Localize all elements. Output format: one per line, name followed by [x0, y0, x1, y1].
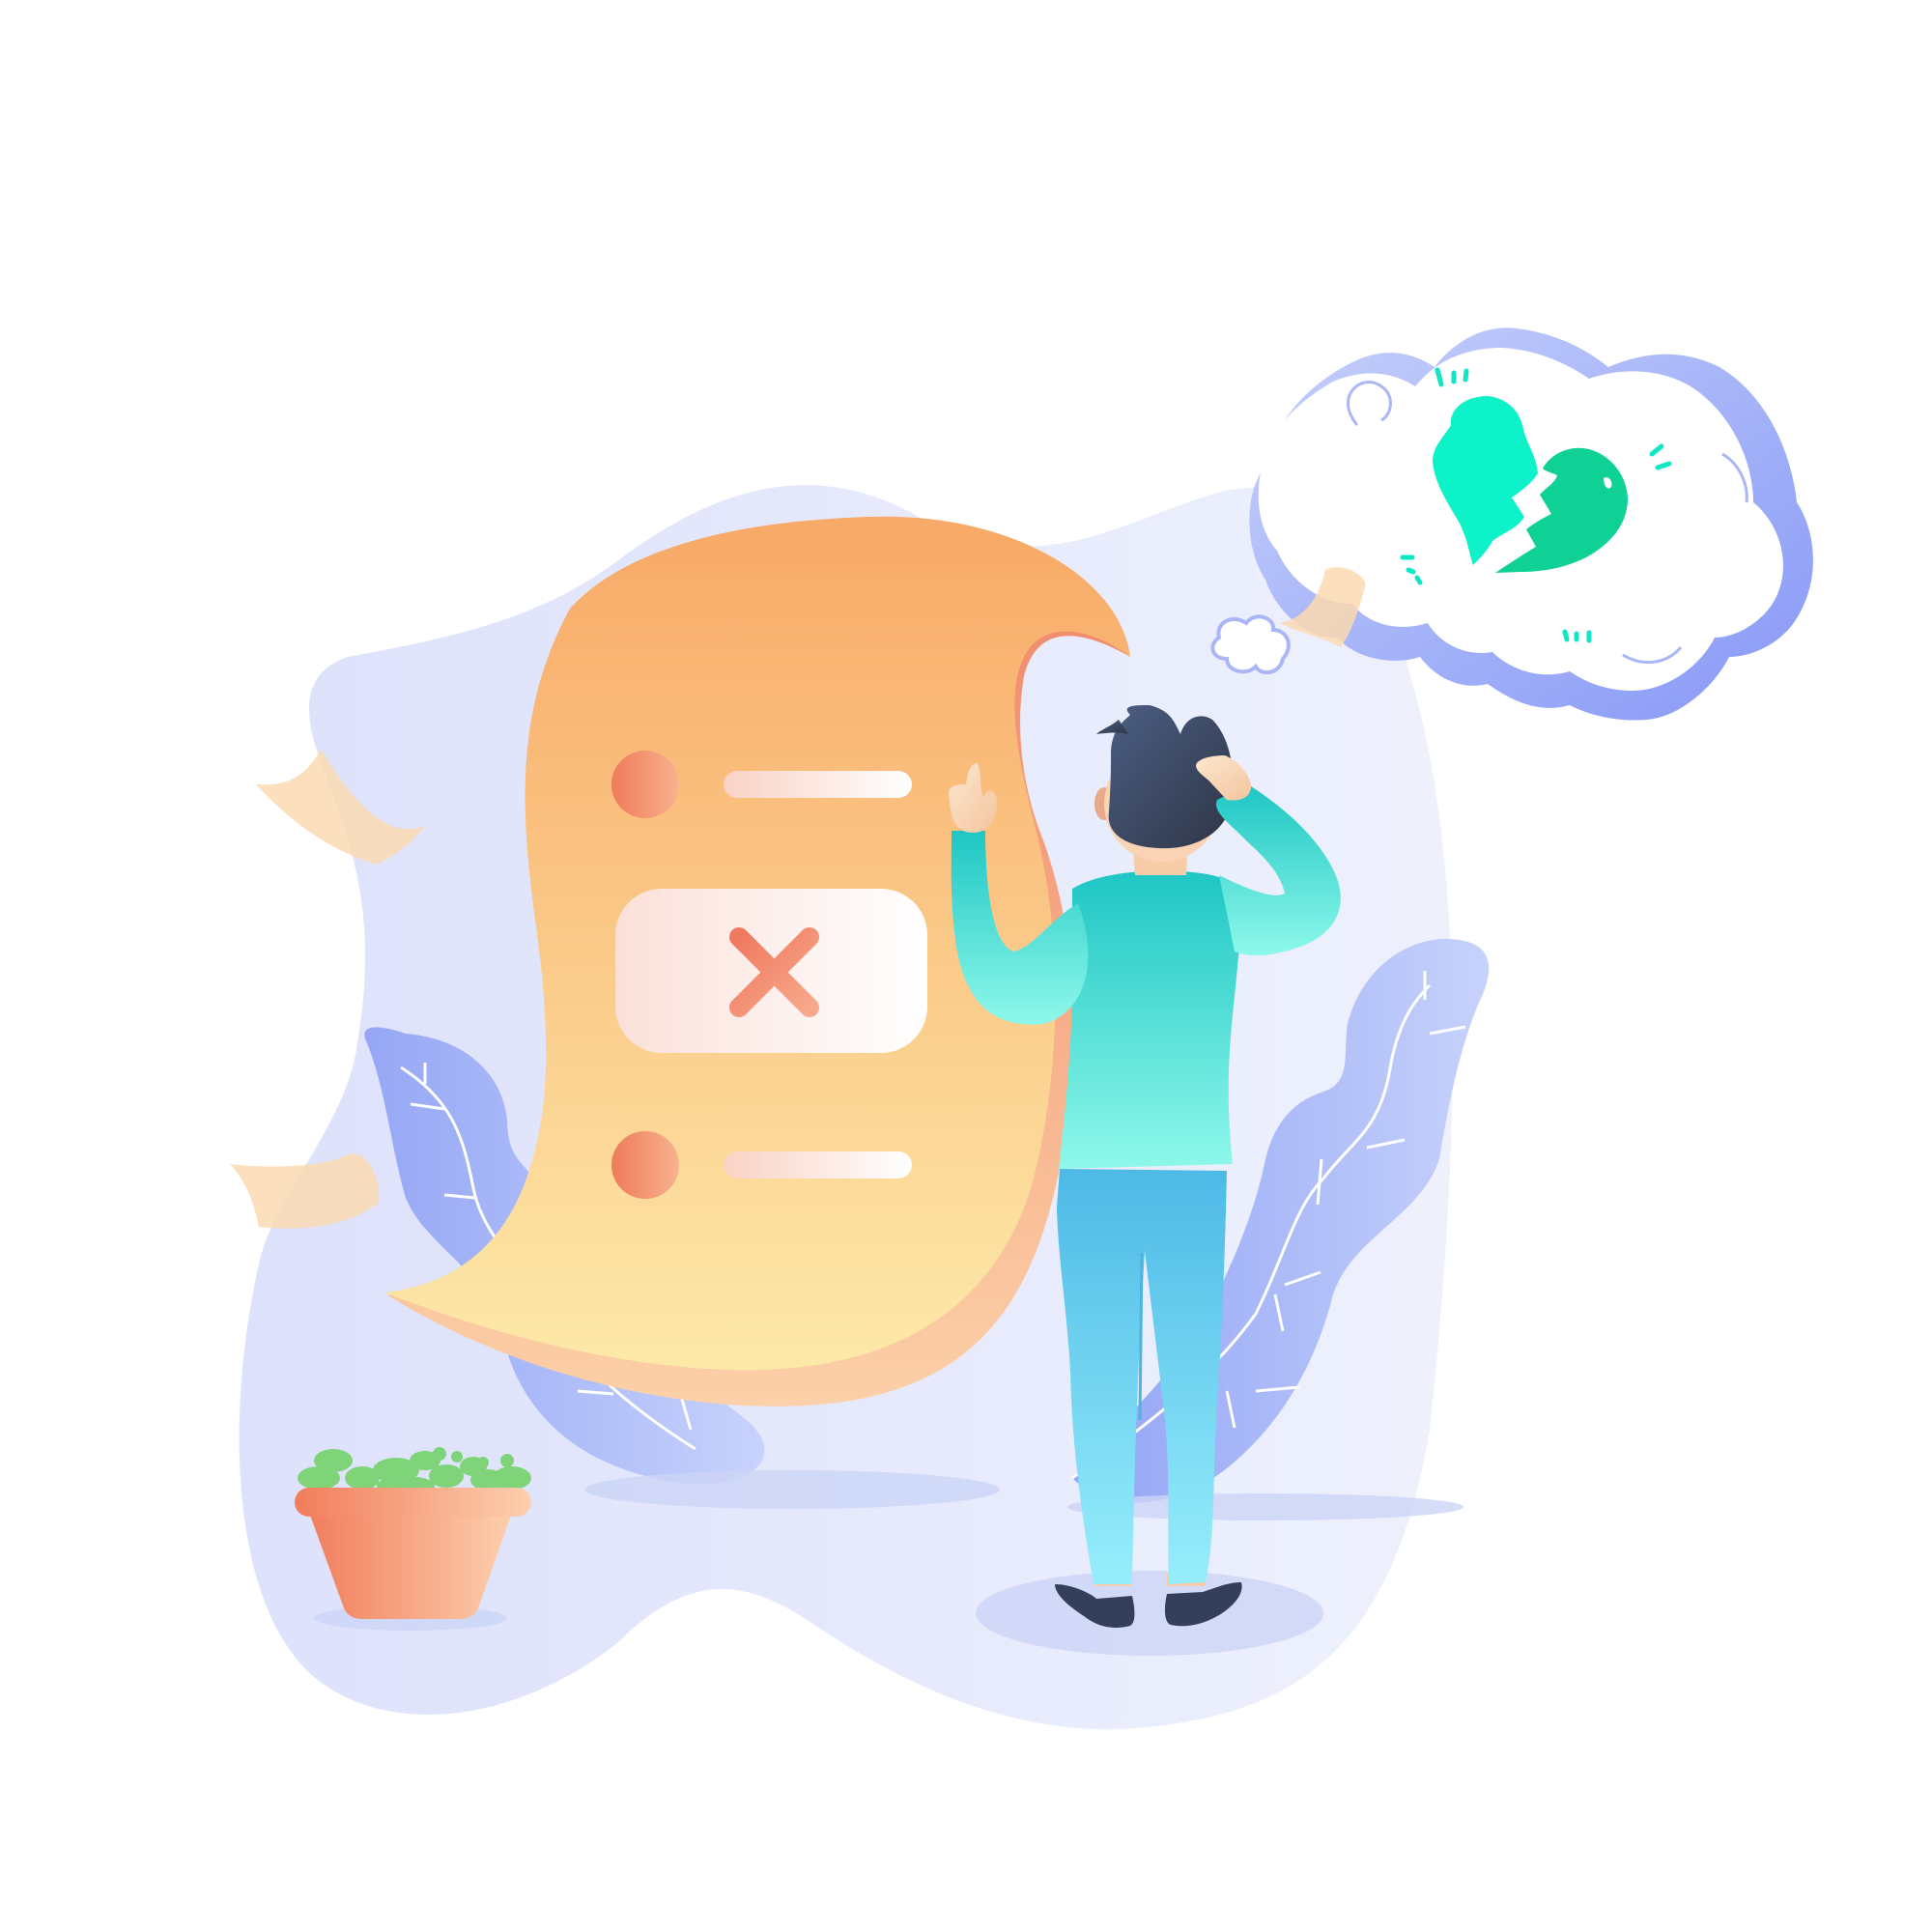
pants-seam: [1138, 1252, 1144, 1421]
shirt-torso: [1059, 870, 1241, 1169]
paper-shadow: [584, 1470, 1000, 1509]
list-line-1: [724, 771, 912, 798]
list-bullet-1: [611, 751, 679, 818]
pot-rim: [295, 1488, 531, 1517]
illustration-canvas: [230, 327, 1813, 1730]
person-shadow: [976, 1571, 1323, 1656]
list-bullet-2: [611, 1131, 679, 1199]
list-line-2: [724, 1151, 912, 1179]
